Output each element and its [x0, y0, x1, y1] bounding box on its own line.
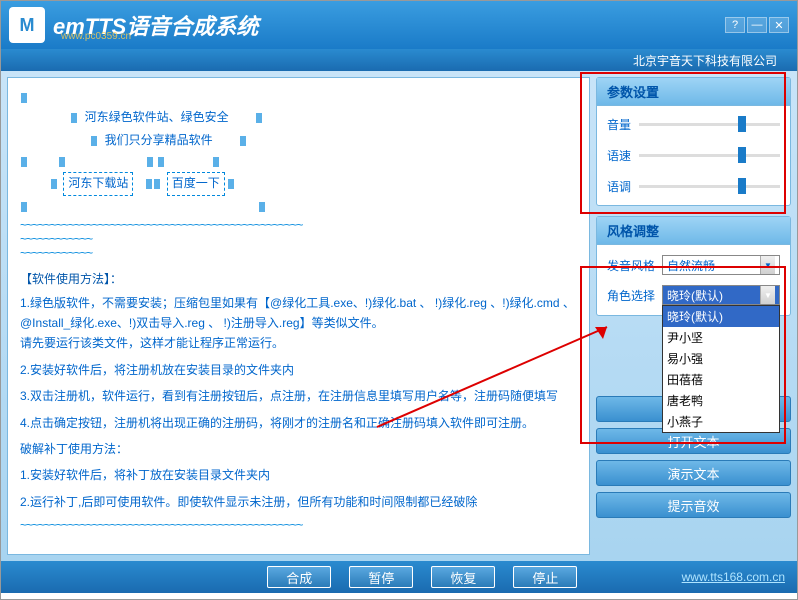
input-field-2[interactable]: 百度一下: [167, 172, 225, 195]
watermark-url: www.pc0359.cn: [61, 31, 131, 42]
params-panel: 参数设置 音量 语速 语调: [596, 77, 791, 206]
editor-pane: 河东绿色软件站、绿色安全 我们只分享精品软件 河东下载站 百度一下: [7, 77, 590, 555]
chevron-down-icon: ▼: [760, 286, 775, 304]
help-button[interactable]: ?: [725, 17, 745, 33]
volume-slider[interactable]: [639, 123, 780, 126]
titlebar: M emTTS语音合成系统 www.pc0359.cn ? — ✕: [1, 1, 797, 49]
crack-heading: 破解补丁使用方法：: [20, 439, 577, 459]
sub-bar: 北京宇音天下科技有限公司: [1, 49, 797, 71]
demo-text-button[interactable]: 演示文本: [596, 460, 791, 486]
crack-step-1: 1.安装好软件后，将补丁放在安装目录文件夹内: [20, 465, 577, 485]
speed-slider[interactable]: [639, 154, 780, 157]
side-panel: 参数设置 音量 语速 语调 风格调整 发音风格: [596, 77, 791, 555]
style-title: 风格调整: [597, 217, 790, 245]
pause-button[interactable]: 暂停: [349, 566, 413, 588]
role-option[interactable]: 小燕子: [663, 411, 779, 432]
tone-slider[interactable]: [639, 185, 780, 188]
window-controls: ? — ✕: [725, 17, 789, 33]
close-button[interactable]: ✕: [769, 17, 789, 33]
role-option[interactable]: 易小强: [663, 348, 779, 369]
sound-effect-button[interactable]: 提示音效: [596, 492, 791, 518]
voice-style-label: 发音风格: [607, 257, 662, 274]
volume-label: 音量: [607, 116, 639, 133]
footer: 合成 暂停 恢复 停止 www.tts168.com.cn: [1, 561, 797, 593]
step-4: 4.点击确定按钮，注册机将出现正确的注册码，将刚才的注册名和正确注册码填入软件即…: [20, 413, 577, 433]
tone-label: 语调: [607, 178, 639, 195]
step-1: 1.绿色版软件，不需要安装；压缩包里如果有【@绿化工具.exe、!)绿化.bat…: [20, 293, 577, 354]
input-field-1[interactable]: 河东下载站: [63, 172, 133, 195]
resume-button[interactable]: 恢复: [431, 566, 495, 588]
role-option[interactable]: 田蓓蓓: [663, 369, 779, 390]
chevron-down-icon: ▼: [760, 256, 775, 274]
params-title: 参数设置: [597, 78, 790, 106]
role-option[interactable]: 唐老鸭: [663, 390, 779, 411]
role-select[interactable]: 晓玲(默认) ▼ 晓玲(默认) 尹小坚 易小强 田蓓蓓 唐老鸭 小燕子: [662, 285, 780, 305]
footer-link[interactable]: www.tts168.com.cn: [682, 570, 785, 584]
synthesize-button[interactable]: 合成: [267, 566, 331, 588]
main-area: 河东绿色软件站、绿色安全 我们只分享精品软件 河东下载站 百度一下: [1, 71, 797, 561]
usage-heading: 【软件使用方法】：: [20, 270, 577, 287]
style-panel: 风格调整 发音风格 自然流畅 ▼ 角色选择 晓玲(默认) ▼ 晓玲(默认): [596, 216, 791, 316]
step-3: 3.双击注册机，软件运行，看到有注册按钮后，点注册，在注册信息里填写用户名等，注…: [20, 386, 577, 406]
crack-step-2: 2.运行补丁,后即可使用软件。即使软件显示未注册，但所有功能和时间限制都已经破除: [20, 492, 577, 512]
role-option[interactable]: 尹小坚: [663, 327, 779, 348]
company-name: 北京宇音天下科技有限公司: [633, 52, 777, 69]
app-logo: M: [9, 7, 45, 43]
voice-style-select[interactable]: 自然流畅 ▼: [662, 255, 780, 275]
speed-label: 语速: [607, 147, 639, 164]
role-option[interactable]: 晓玲(默认): [663, 306, 779, 327]
role-label: 角色选择: [607, 287, 662, 304]
text-editor[interactable]: 河东绿色软件站、绿色安全 我们只分享精品软件 河东下载站 百度一下: [7, 77, 590, 555]
step-2: 2.安装好软件后，将注册机放在安装目录的文件夹内: [20, 360, 577, 380]
minimize-button[interactable]: —: [747, 17, 767, 33]
role-dropdown: 晓玲(默认) 尹小坚 易小强 田蓓蓓 唐老鸭 小燕子: [662, 305, 780, 433]
stop-button[interactable]: 停止: [513, 566, 577, 588]
